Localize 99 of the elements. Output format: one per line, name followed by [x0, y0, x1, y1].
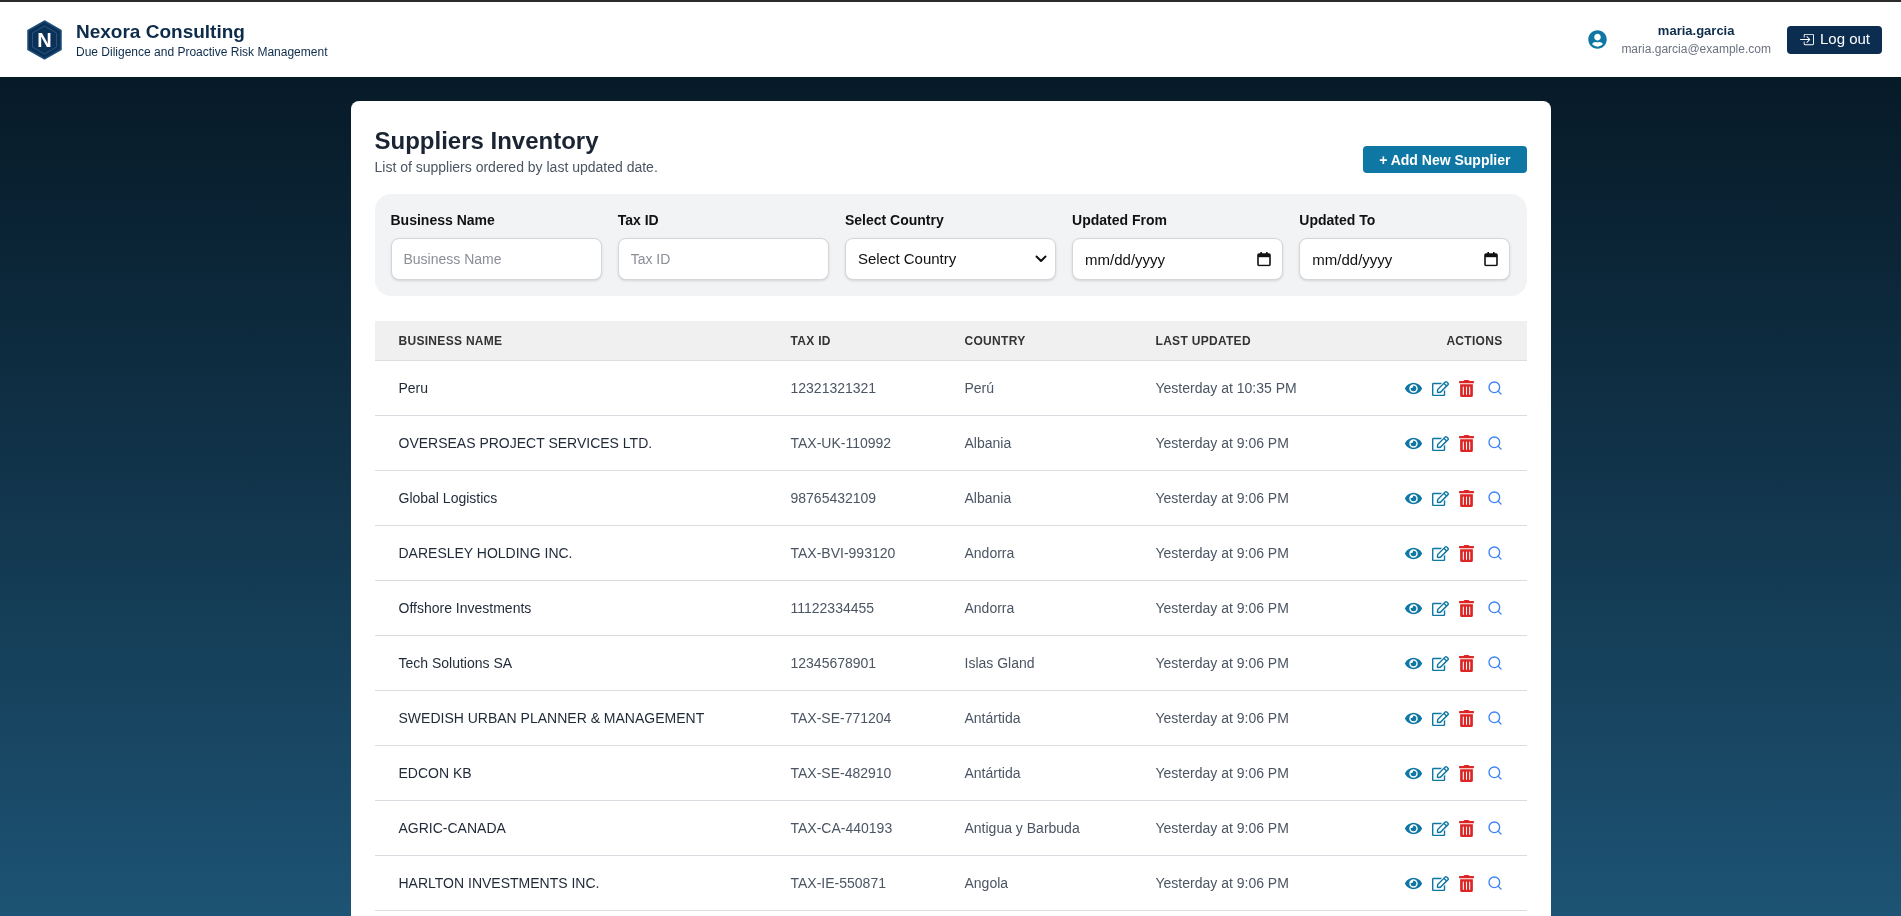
table-cell-text: 98765432109	[789, 489, 878, 508]
calendar-icon[interactable]	[1257, 251, 1272, 267]
trash-icon[interactable]	[1458, 654, 1474, 672]
page-title: Suppliers Inventory	[374, 126, 600, 156]
filter-label: Select Country	[844, 211, 945, 230]
table-cell-text: OVERSEAS PROJECT SERVICES LTD.	[397, 434, 654, 453]
table-cell-text: Global Logistics	[397, 489, 499, 508]
table-cell-text: Yesterday at 9:06 PM	[1154, 654, 1290, 673]
filter-label: Updated From	[1072, 211, 1168, 230]
country-select[interactable]: Select Country	[844, 238, 1057, 280]
table-cell-text: Yesterday at 9:06 PM	[1154, 874, 1290, 893]
edit-icon[interactable]	[1431, 654, 1449, 672]
filter-label: Tax ID	[617, 211, 660, 230]
edit-icon[interactable]	[1431, 599, 1449, 617]
logout-icon	[1798, 32, 1814, 47]
table-cell-text: Yesterday at 9:06 PM	[1154, 434, 1290, 453]
table-cell-text: 12321321321	[789, 379, 878, 398]
table-cell-text: DARESLEY HOLDING INC.	[397, 544, 574, 563]
table-cell-text: Andorra	[963, 599, 1016, 618]
table-cell-text: TAX-SE-771204	[789, 709, 893, 728]
table-cell-text: EDCON KB	[397, 764, 473, 783]
table-cell-text: AGRIC-CANADA	[397, 819, 507, 838]
table-cell-text: Islas Gland	[963, 654, 1036, 673]
table-cell-text: TAX-BVI-993120	[789, 544, 897, 563]
date-field[interactable]: mm/dd/yyyy	[1299, 238, 1511, 280]
search-icon[interactable]	[1486, 765, 1503, 781]
search-icon[interactable]	[1486, 490, 1503, 506]
filter-label: Updated To	[1299, 211, 1377, 230]
column-header: BUSINESS NAME	[397, 332, 504, 349]
table-cell-text: Antártida	[963, 764, 1022, 783]
table-cell-text: Albania	[963, 489, 1013, 508]
edit-icon[interactable]	[1431, 544, 1449, 562]
table-cell-text: Peru	[397, 379, 430, 398]
page-subtitle: List of suppliers ordered by last updated date.	[374, 159, 658, 175]
table-cell-text: TAX-CA-440193	[789, 819, 894, 838]
date-field[interactable]: mm/dd/yyyy	[1072, 238, 1284, 280]
edit-icon[interactable]	[1431, 434, 1449, 452]
trash-icon[interactable]	[1458, 544, 1474, 562]
input-field[interactable]: Tax ID	[617, 238, 829, 280]
edit-icon[interactable]	[1431, 489, 1449, 507]
trash-icon[interactable]	[1458, 764, 1474, 782]
edit-icon[interactable]	[1431, 764, 1449, 782]
calendar-icon[interactable]	[1484, 251, 1499, 267]
table-cell-text: Antártida	[963, 709, 1022, 728]
table-cell-text: Yesterday at 10:35 PM	[1154, 379, 1298, 398]
table-cell-text: Offshore Investments	[397, 599, 533, 618]
search-icon[interactable]	[1486, 875, 1503, 891]
search-icon[interactable]	[1486, 710, 1503, 726]
table-cell-text: HARLTON INVESTMENTS INC.	[397, 874, 601, 893]
table-cell-text: Yesterday at 9:06 PM	[1154, 544, 1290, 563]
search-icon[interactable]	[1486, 600, 1503, 616]
table-cell-text: 11122334455	[789, 599, 876, 618]
table-cell-text: TAX-IE-550871	[789, 874, 887, 893]
table-cell-text: TAX-UK-110992	[789, 434, 893, 453]
logo: N	[27, 19, 62, 60]
table-cell-text: Andorra	[963, 544, 1016, 563]
table-cell-text: Perú	[963, 379, 996, 398]
user-email: maria.garcia@example.com	[1621, 40, 1771, 57]
input-field[interactable]: Business Name	[390, 238, 602, 280]
search-icon[interactable]	[1486, 380, 1503, 396]
logout-button[interactable]: Log out	[1786, 25, 1882, 54]
edit-icon[interactable]	[1431, 874, 1449, 892]
search-icon[interactable]	[1486, 820, 1503, 836]
filter-label: Business Name	[390, 211, 496, 230]
brand-tagline: Due Diligence and Proactive Risk Management	[76, 43, 328, 60]
brand-name: Nexora Consulting	[76, 19, 246, 44]
search-icon[interactable]	[1486, 435, 1503, 451]
chevron-down-icon	[1035, 255, 1048, 263]
table-cell-text: Tech Solutions SA	[397, 654, 514, 673]
table-cell-text: Yesterday at 9:06 PM	[1154, 709, 1290, 728]
table-cell-text: Yesterday at 9:06 PM	[1154, 764, 1290, 783]
trash-icon[interactable]	[1458, 379, 1474, 397]
table-cell-text: 12345678901	[789, 654, 878, 673]
trash-icon[interactable]	[1458, 874, 1474, 892]
username: maria.garcia	[1657, 22, 1735, 39]
search-icon[interactable]	[1486, 545, 1503, 561]
table-cell-text: Antigua y Barbuda	[963, 819, 1081, 838]
edit-icon[interactable]	[1431, 709, 1449, 727]
user-avatar-icon	[1588, 30, 1608, 49]
add-supplier-button[interactable]: + Add New Supplier	[1363, 146, 1527, 173]
column-header: LAST UPDATED	[1154, 332, 1252, 349]
trash-icon[interactable]	[1458, 709, 1474, 727]
table-cell-text: SWEDISH URBAN PLANNER & MANAGEMENT	[397, 709, 706, 728]
table-cell-text: Yesterday at 9:06 PM	[1154, 489, 1290, 508]
trash-icon[interactable]	[1458, 819, 1474, 837]
edit-icon[interactable]	[1431, 819, 1449, 837]
column-header: TAX ID	[789, 332, 832, 349]
trash-icon[interactable]	[1458, 434, 1474, 452]
trash-icon[interactable]	[1458, 489, 1474, 507]
search-icon[interactable]	[1486, 655, 1503, 671]
table-cell-text: TAX-SE-482910	[789, 764, 893, 783]
table-cell-text: Albania	[963, 434, 1013, 453]
column-header: COUNTRY	[963, 332, 1027, 349]
table-cell-text: Angola	[963, 874, 1010, 893]
table-cell-text: Yesterday at 9:06 PM	[1154, 819, 1290, 838]
column-header: ACTIONS	[1445, 332, 1504, 349]
edit-icon[interactable]	[1431, 379, 1449, 397]
trash-icon[interactable]	[1458, 599, 1474, 617]
table-cell-text: Yesterday at 9:06 PM	[1154, 599, 1290, 618]
